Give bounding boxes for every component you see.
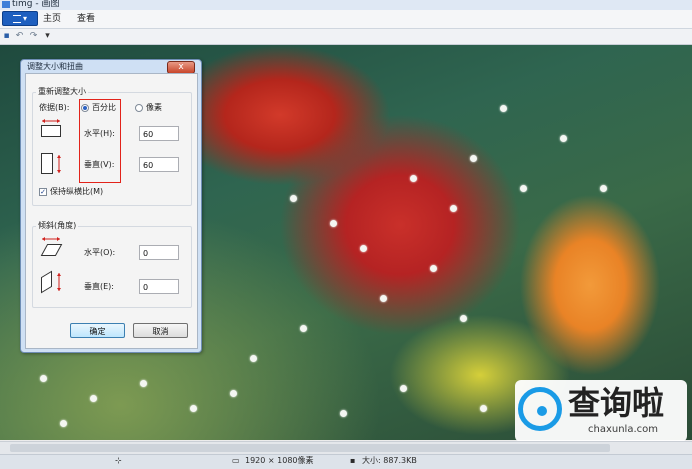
blossom-decoration [400, 385, 407, 392]
dialog-title: 调整大小和扭曲 [27, 62, 83, 71]
ribbon-bar [0, 10, 692, 29]
pixels-label: 像素 [146, 103, 162, 112]
image-dimensions: 1920 × 1080像素 [245, 456, 314, 465]
blossom-decoration [410, 175, 417, 182]
skew-horizontal-input[interactable]: 0 [139, 245, 179, 260]
blossom-decoration [380, 295, 387, 302]
blossom-decoration [600, 185, 607, 192]
blossom-decoration [230, 390, 237, 397]
blossom-decoration [300, 325, 307, 332]
horizontal-scrollbar[interactable] [0, 441, 692, 454]
skew-vertical-label: 垂直(E): [84, 282, 114, 291]
blossom-decoration [140, 380, 147, 387]
horizontal-skew-icon [40, 236, 64, 258]
undo-icon[interactable]: ↶ [15, 32, 24, 41]
resize-group-label: 重新调整大小 [36, 87, 88, 97]
highlight-box [79, 99, 121, 183]
skew-vertical-input[interactable]: 0 [139, 279, 179, 294]
tab-home[interactable]: 主页 [43, 14, 61, 25]
blossom-decoration [340, 410, 347, 417]
blossom-decoration [90, 395, 97, 402]
keep-ratio-label: 保持纵横比(M) [50, 187, 104, 196]
vertical-input[interactable]: 60 [139, 157, 179, 172]
status-bar [0, 454, 692, 469]
blossom-decoration [360, 245, 367, 252]
ok-button[interactable]: 确定 [70, 323, 125, 338]
by-label: 依据(B): [39, 103, 70, 112]
cancel-button[interactable]: 取消 [133, 323, 188, 338]
vertical-resize-icon [40, 152, 64, 176]
scroll-thumb[interactable] [10, 444, 610, 452]
file-size: 大小: 887.3KB [362, 456, 417, 465]
blossom-decoration [480, 405, 487, 412]
quick-access-toolbar [0, 29, 692, 45]
blossom-decoration [60, 420, 67, 427]
cursor-position-icon: ⊹ [115, 456, 122, 465]
paint-app-icon [2, 1, 10, 8]
blossom-decoration [40, 375, 47, 382]
skew-horizontal-label: 水平(O): [84, 248, 116, 257]
blossom-decoration [520, 185, 527, 192]
pixels-radio[interactable] [135, 104, 143, 112]
window-title: timg - 画图 [12, 0, 60, 9]
blossom-decoration [470, 155, 477, 162]
customize-toolbar-icon[interactable]: ▾ [43, 32, 52, 41]
blossom-decoration [560, 135, 567, 142]
watermark-url: chaxunla.com [588, 424, 658, 435]
blossom-decoration [250, 355, 257, 362]
horizontal-resize-icon [40, 118, 62, 138]
skew-group-label: 倾斜(角度) [36, 221, 79, 231]
menu-icon [12, 14, 21, 23]
file-menu-arrow: ▾ [22, 14, 27, 23]
keep-ratio-checkbox[interactable]: ✓ [39, 188, 47, 196]
file-size-icon: ▪ [350, 456, 356, 465]
blossom-decoration [290, 195, 297, 202]
image-dimensions-icon: ▭ [232, 456, 240, 465]
blossom-decoration [500, 105, 507, 112]
title-bar: timg - 画图 [0, 0, 692, 10]
watermark-text: 查询啦 [568, 384, 665, 422]
blossom-decoration [430, 265, 437, 272]
tab-view[interactable]: 查看 [77, 14, 95, 25]
file-menu-button[interactable]: ▾ [2, 11, 38, 26]
blossom-decoration [190, 405, 197, 412]
blossom-decoration [330, 220, 337, 227]
watermark-logo-icon [518, 387, 562, 431]
blossom-decoration [460, 315, 467, 322]
horizontal-input[interactable]: 60 [139, 126, 179, 141]
save-icon[interactable]: ▪ [2, 32, 11, 41]
vertical-skew-icon [40, 270, 64, 294]
redo-icon[interactable]: ↷ [29, 32, 38, 41]
blossom-decoration [450, 205, 457, 212]
